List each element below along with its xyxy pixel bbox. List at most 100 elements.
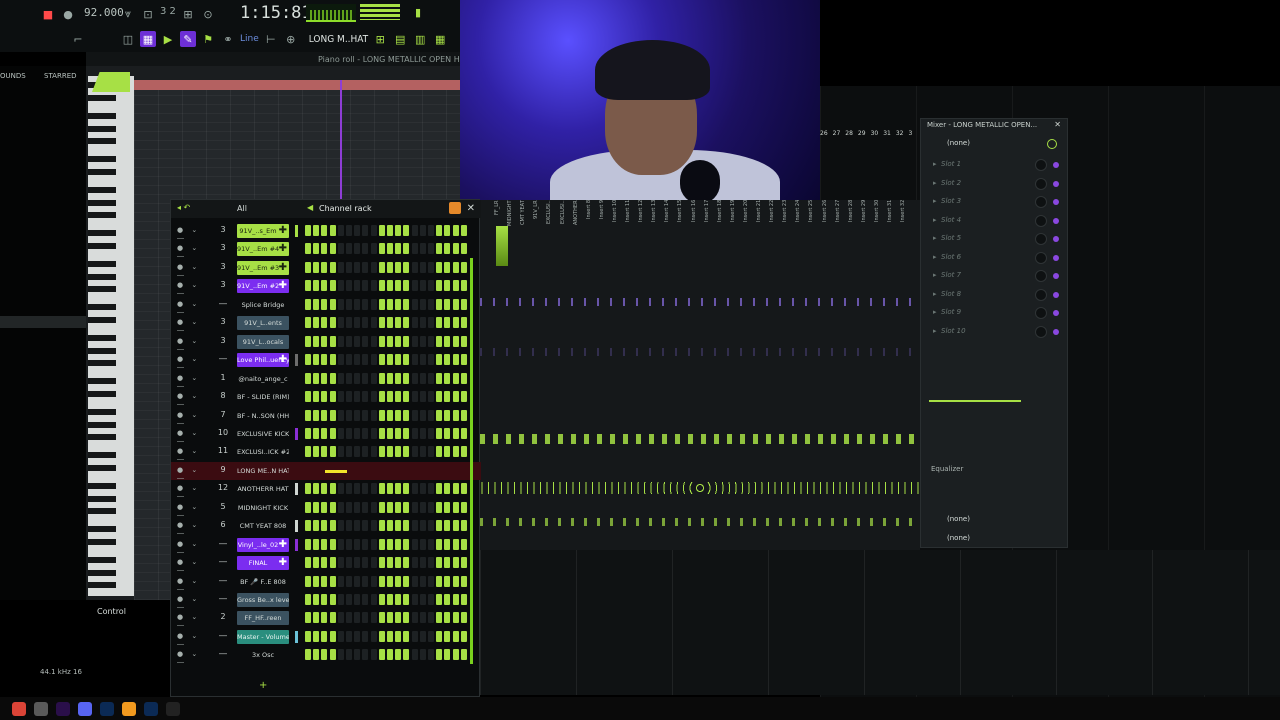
step-button[interactable] [452, 630, 459, 642]
slot-enable-led[interactable] [1053, 291, 1059, 298]
step-button[interactable] [452, 538, 459, 550]
step-button[interactable] [305, 261, 311, 273]
step-button[interactable] [346, 538, 352, 550]
mixer-route-number[interactable]: 2 [215, 612, 231, 621]
step-button[interactable] [411, 483, 418, 495]
slot-arrow-icon[interactable]: ▸ [933, 197, 937, 205]
step-button[interactable] [419, 335, 426, 347]
output-select-2[interactable]: (none) [947, 534, 970, 542]
step-sequencer[interactable] [305, 261, 467, 274]
step-button[interactable] [452, 372, 459, 384]
step-button[interactable] [452, 483, 459, 495]
step-button[interactable] [370, 630, 377, 642]
step-button[interactable] [460, 354, 467, 366]
step-button[interactable] [387, 225, 393, 236]
slot-enable-led[interactable] [1053, 217, 1059, 224]
step-button[interactable] [321, 317, 328, 329]
step-button[interactable] [313, 372, 320, 384]
step-button[interactable] [452, 427, 459, 439]
close-icon[interactable]: ✕ [467, 203, 475, 214]
channel-row[interactable]: ● ⌄ ― 3 91V_..Em #2 ✚ [171, 277, 481, 297]
loop-record-icon[interactable]: ⊙ [200, 6, 216, 22]
step-button[interactable] [387, 538, 393, 550]
mixer-insert-label[interactable]: Insert 10 [612, 200, 625, 230]
step-button[interactable] [378, 243, 385, 255]
step-button[interactable] [321, 557, 328, 569]
step-sequencer[interactable] [305, 557, 467, 569]
step-button[interactable] [346, 427, 352, 439]
step-button[interactable] [346, 575, 352, 587]
step-button[interactable] [452, 612, 459, 624]
step-button[interactable] [403, 594, 410, 605]
effect-slot[interactable]: ▸ Slot 6 [933, 250, 1061, 266]
step-button[interactable] [378, 354, 385, 366]
step-button[interactable] [403, 317, 410, 329]
channel-controls[interactable]: ● ⌄ ― [177, 577, 211, 593]
step-button[interactable] [313, 483, 320, 495]
step-button[interactable] [444, 501, 451, 513]
step-button[interactable] [444, 649, 451, 661]
step-button[interactable] [370, 298, 377, 310]
step-button[interactable] [354, 483, 361, 495]
step-button[interactable] [337, 594, 344, 605]
step-button[interactable] [460, 483, 467, 495]
step-button[interactable] [305, 280, 311, 292]
slot-mix-knob[interactable] [1035, 159, 1047, 171]
step-button[interactable] [419, 298, 426, 310]
piano-black-key[interactable] [88, 569, 116, 576]
step-button[interactable] [419, 630, 426, 642]
step-button[interactable] [411, 261, 418, 273]
step-button[interactable] [321, 501, 328, 513]
channel-controls[interactable]: ● ⌄ ― [177, 300, 211, 316]
mixer-pan-row[interactable] [480, 298, 920, 306]
step-button[interactable] [419, 372, 426, 384]
step-button[interactable] [321, 538, 328, 550]
step-button[interactable] [411, 225, 418, 236]
step-button[interactable] [305, 391, 311, 403]
step-button[interactable] [362, 354, 369, 366]
step-button[interactable] [354, 557, 361, 569]
channel-row[interactable]: ● ⌄ ― ― Splice Bridge [171, 296, 481, 316]
step-button[interactable] [378, 298, 385, 310]
piano-black-key[interactable] [88, 168, 116, 175]
slot-enable-led[interactable] [1053, 273, 1059, 279]
step-button[interactable] [403, 483, 410, 495]
step-sequencer[interactable] [305, 612, 467, 624]
step-button[interactable] [329, 280, 336, 292]
channel-name-button[interactable]: BF - N..SON (HH) [237, 409, 289, 423]
step-sequencer[interactable] [305, 409, 467, 422]
channel-name-button[interactable]: BF - SLIDE (RIM) [237, 390, 289, 404]
step-button[interactable] [436, 520, 443, 532]
mixer-insert-label[interactable]: Insert 15 [677, 200, 690, 230]
effect-slot[interactable]: ▸ Slot 10 [933, 324, 1061, 340]
step-button[interactable] [411, 335, 418, 347]
step-button[interactable] [387, 261, 393, 273]
mixer-icon[interactable]: ▥ [412, 31, 428, 47]
step-sequencer[interactable] [305, 391, 467, 403]
channel-row[interactable]: ● ⌄ ― ― 3x Osc [171, 646, 481, 666]
step-button[interactable] [436, 409, 443, 421]
step-button[interactable] [436, 298, 443, 310]
channel-row[interactable]: ● ⌄ ― 12 ANOTHERR HAT [171, 480, 481, 500]
step-button[interactable] [362, 427, 369, 439]
step-button[interactable] [354, 298, 361, 310]
step-button[interactable] [313, 538, 320, 550]
step-button[interactable] [428, 594, 434, 605]
step-button[interactable] [403, 575, 410, 587]
slot-arrow-icon[interactable]: ▸ [933, 271, 937, 279]
step-button[interactable] [403, 427, 410, 439]
step-button[interactable] [403, 649, 410, 661]
step-button[interactable] [452, 409, 459, 421]
step-button[interactable] [370, 243, 377, 255]
channel-rack-menu-icon[interactable]: ◀ [307, 203, 313, 212]
channel-name-button[interactable]: EXCLUSIVE KICK [237, 427, 289, 441]
step-button[interactable] [337, 538, 344, 550]
step-button[interactable] [354, 446, 361, 458]
time-signature[interactable]: 3 2 [160, 6, 176, 17]
slot-arrow-icon[interactable]: ▸ [933, 179, 937, 187]
step-button[interactable] [436, 630, 443, 642]
step-button[interactable] [419, 261, 426, 273]
step-button[interactable] [354, 335, 361, 347]
effect-slot[interactable]: ▸ Slot 2 [933, 176, 1061, 192]
premiere-icon[interactable] [56, 701, 70, 716]
